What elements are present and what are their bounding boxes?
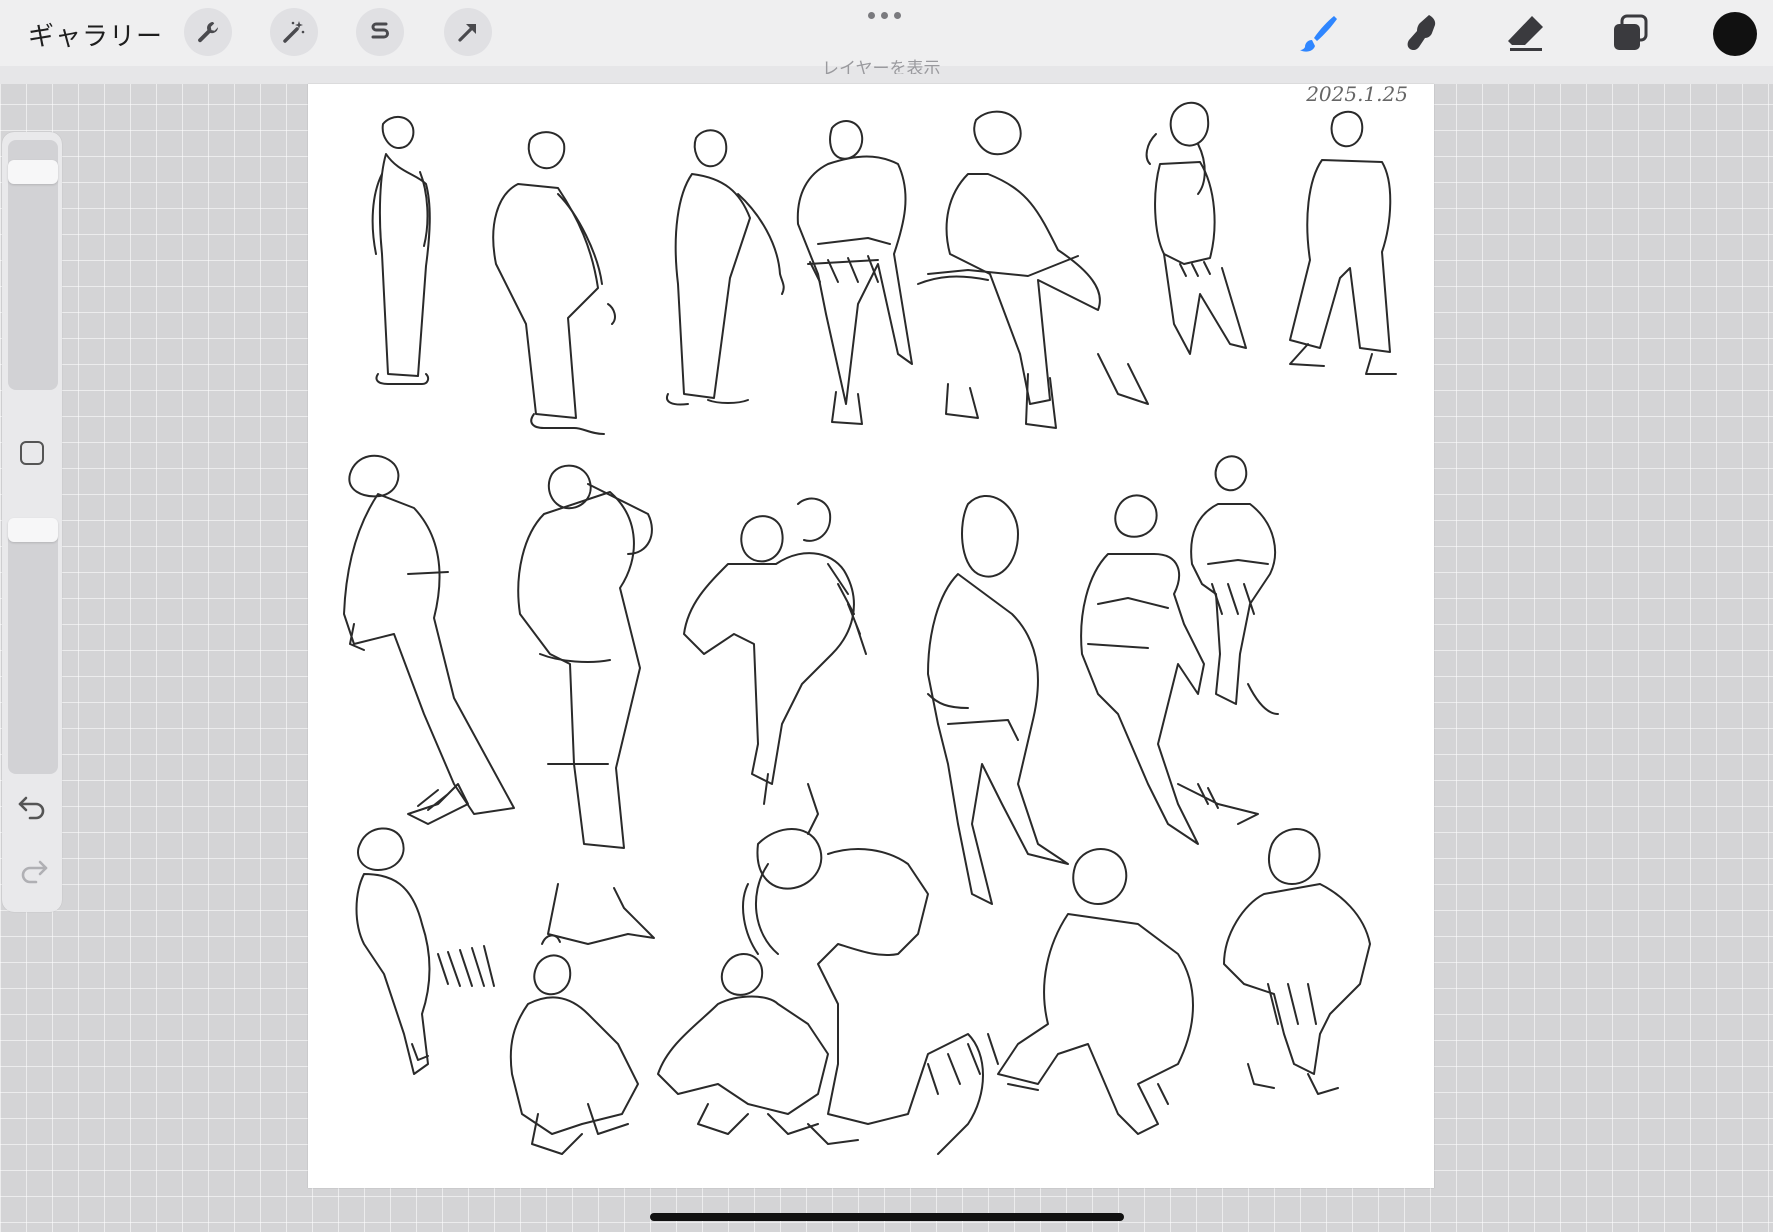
undo-icon — [18, 796, 45, 820]
figure-sketch — [1223, 828, 1371, 1095]
figure-sketch — [517, 464, 655, 945]
sketch-drawing — [343, 101, 1397, 1155]
figure-sketch — [1080, 494, 1259, 845]
brush-size-thumb[interactable] — [8, 160, 58, 184]
redo-icon — [21, 860, 48, 884]
figure-sketch — [997, 848, 1194, 1135]
gallery-button[interactable]: ギャラリー — [28, 16, 163, 53]
layer-hint-text: レイヤーを表示 — [822, 59, 941, 74]
figure-sketch — [371, 116, 431, 385]
adjustments-button[interactable] — [270, 8, 318, 56]
figure-sketch — [1145, 101, 1247, 355]
figure-sketch — [1289, 110, 1397, 375]
layers-button[interactable] — [1607, 10, 1653, 56]
figure-sketch — [1190, 455, 1279, 715]
smudge-icon — [1407, 15, 1436, 51]
redo-button[interactable] — [16, 856, 50, 886]
figure-sketch — [355, 827, 495, 1075]
figure-sketch — [343, 454, 515, 825]
selection-s-icon — [371, 22, 389, 39]
actions-button[interactable] — [184, 8, 232, 56]
figure-sketch — [742, 828, 999, 1155]
left-sidebar — [2, 132, 62, 912]
selection-button[interactable] — [356, 8, 404, 56]
figure-sketch — [917, 110, 1149, 429]
opacity-slider[interactable] — [8, 518, 58, 774]
figure-sketch — [683, 497, 867, 835]
figure-sketch — [657, 953, 829, 1135]
wrench-icon — [198, 22, 218, 43]
layers-icon — [1614, 14, 1648, 50]
figure-sketch — [927, 494, 1069, 905]
transform-arrow-icon — [458, 24, 476, 42]
magic-wand-icon — [283, 21, 305, 43]
eraser-icon — [1508, 16, 1543, 51]
opacity-thumb[interactable] — [8, 518, 58, 542]
brush-icon — [1300, 16, 1337, 52]
eraser-tool-button[interactable] — [1503, 10, 1549, 56]
drawing-canvas[interactable]: 2025.1.25 — [308, 82, 1434, 1188]
transform-button[interactable] — [444, 8, 492, 56]
smudge-tool-button[interactable] — [1398, 10, 1444, 56]
modify-button[interactable] — [20, 441, 44, 465]
home-indicator[interactable] — [650, 1213, 1124, 1221]
undo-button[interactable] — [16, 792, 50, 822]
more-options-dots[interactable] — [868, 12, 901, 19]
figure-sketch — [509, 934, 639, 1155]
dot-icon — [894, 12, 901, 19]
dot-icon — [881, 12, 888, 19]
paint-tool-button[interactable] — [1295, 10, 1341, 56]
color-picker-swatch[interactable] — [1713, 12, 1757, 56]
figure-sketch — [666, 129, 785, 406]
signature-text: 2025.1.25 — [1306, 82, 1408, 106]
dot-icon — [868, 12, 875, 19]
figure-sketch — [492, 131, 616, 435]
